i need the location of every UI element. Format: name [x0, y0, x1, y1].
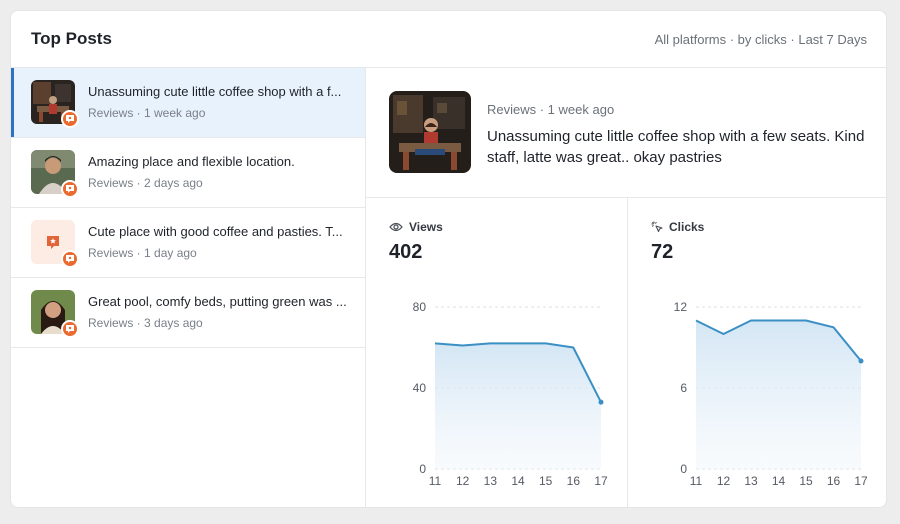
clicks-chart: 0 6 12 11 12 13 14 15 16 17: [674, 300, 868, 488]
x-tick-label: 12: [717, 474, 731, 488]
clicks-metric-panel: Clicks 72 0 6 12 11 12 13 14 15 16 17: [628, 198, 886, 507]
detail-body: Unassuming cute little coffee shop with …: [487, 128, 865, 166]
x-tick-label: 17: [854, 474, 868, 488]
post-item[interactable]: Cute place with good coffee and pasties.…: [11, 208, 365, 278]
post-meta: Reviews · 1 day ago: [88, 246, 197, 260]
top-posts-card: Top Posts All platforms · by clicks · La…: [10, 10, 887, 508]
detail-meta: Reviews · 1 week ago: [487, 102, 615, 117]
post-title: Amazing place and flexible location.: [88, 154, 295, 169]
x-tick-label: 14: [511, 474, 525, 488]
card-header: Top Posts All platforms · by clicks · La…: [11, 11, 886, 68]
post-item[interactable]: Great pool, comfy beds, putting green wa…: [11, 278, 365, 348]
card-title: Top Posts: [31, 29, 112, 48]
x-tick-label: 11: [690, 474, 703, 488]
data-point: [598, 399, 604, 405]
filter-summary[interactable]: All platforms · by clicks · Last 7 Days: [655, 32, 867, 47]
y-tick-label: 12: [674, 300, 688, 314]
y-tick-label: 80: [413, 300, 427, 314]
x-tick-label: 14: [772, 474, 786, 488]
y-tick-label: 0: [419, 462, 426, 476]
series-area: [435, 343, 601, 469]
x-tick-label: 12: [456, 474, 470, 488]
post-item[interactable]: Unassuming cute little coffee shop with …: [11, 68, 365, 138]
x-tick-label: 16: [827, 474, 841, 488]
post-list: Unassuming cute little coffee shop with …: [11, 68, 366, 507]
reviews-badge-icon: [61, 250, 79, 268]
y-tick-label: 6: [680, 381, 687, 395]
y-tick-label: 0: [680, 462, 687, 476]
x-tick-label: 15: [539, 474, 553, 488]
views-metric-panel: Views 402 0 40 80 11 12 13 14 15 16 17: [366, 198, 628, 507]
reviews-badge-icon: [61, 110, 79, 128]
post-meta: Reviews · 2 days ago: [88, 176, 203, 190]
x-tick-label: 15: [799, 474, 813, 488]
data-point: [858, 358, 864, 364]
x-tick-label: 16: [567, 474, 581, 488]
x-tick-label: 13: [744, 474, 758, 488]
post-meta: Reviews · 1 week ago: [88, 106, 206, 120]
x-tick-label: 11: [429, 474, 442, 488]
post-item[interactable]: Amazing place and flexible location. Rev…: [11, 138, 365, 208]
coffee-shop-photo: [389, 91, 471, 173]
post-title: Great pool, comfy beds, putting green wa…: [88, 294, 347, 309]
reviews-badge-icon: [61, 180, 79, 198]
y-tick-label: 40: [413, 381, 427, 395]
post-detail: Reviews · 1 week ago Unassuming cute lit…: [366, 68, 886, 198]
post-title: Unassuming cute little coffee shop with …: [88, 84, 342, 99]
post-meta: Reviews · 3 days ago: [88, 316, 203, 330]
x-tick-label: 17: [594, 474, 608, 488]
series-area: [696, 320, 861, 469]
x-tick-label: 13: [484, 474, 498, 488]
views-chart: 0 40 80 11 12 13 14 15 16 17: [413, 300, 608, 488]
reviews-badge-icon: [61, 320, 79, 338]
post-title: Cute place with good coffee and pasties.…: [88, 224, 343, 239]
